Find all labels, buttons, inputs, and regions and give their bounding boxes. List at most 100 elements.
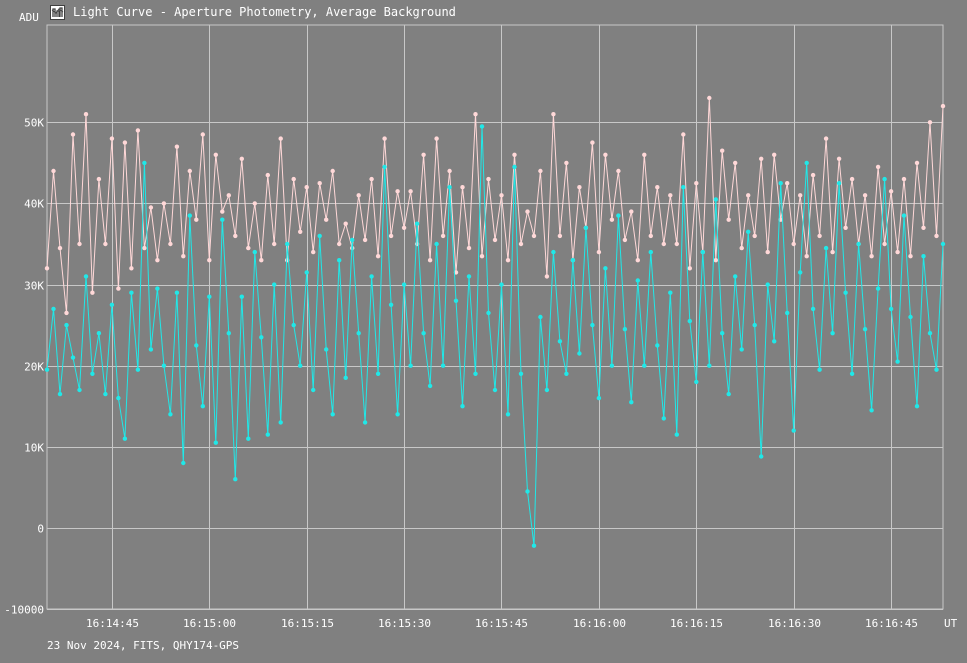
series-2-point: [473, 371, 478, 376]
series-1-point: [726, 217, 731, 222]
series-1-point: [239, 156, 244, 161]
series-2-point: [207, 294, 212, 299]
series-2-point: [57, 391, 63, 397]
series-1-point: [895, 249, 900, 255]
series-1-point: [70, 132, 76, 137]
series-2-point: [382, 164, 387, 170]
series-2-point: [914, 404, 920, 409]
series-2-point: [343, 375, 348, 380]
plot-frame: [46, 24, 944, 610]
light-curve-chart: -10000 0 10K 20K 30K 40K 50K 16:14:45 16:15:00 16…: [4, 24, 958, 630]
series-2-point: [668, 290, 673, 295]
series-1-point: [272, 241, 277, 247]
series-2-point: [875, 286, 881, 291]
series-1-point: [395, 189, 400, 194]
series-1-point: [810, 172, 816, 178]
series-2-point: [414, 221, 420, 226]
x-tick-label: 16:15:45: [475, 617, 528, 630]
series-1-point: [882, 241, 887, 247]
series-1-point: [862, 193, 868, 198]
series-1-point: [44, 266, 50, 271]
x-tick-label: 16:15:00: [183, 617, 236, 630]
series-2-point: [648, 249, 653, 255]
series-1-point: [687, 266, 692, 271]
series-1-point: [759, 156, 764, 161]
series-1-point: [525, 209, 530, 214]
series-1-point: [674, 241, 679, 247]
series-2-point: [440, 363, 446, 368]
series-1-point: [499, 193, 504, 198]
series-2-point: [265, 432, 270, 437]
series-1-point: [609, 217, 615, 222]
series-2-point: [285, 241, 290, 247]
series-1-point: [155, 258, 160, 263]
series-1-point: [278, 136, 283, 141]
series-1-point: [869, 254, 874, 259]
series-1-point: [200, 132, 205, 137]
series-2-point: [888, 306, 894, 312]
series-1-point: [337, 241, 342, 247]
series-2-point: [200, 404, 205, 409]
series-2-point: [746, 229, 751, 234]
series-2-point: [460, 404, 465, 409]
series-2-point: [427, 383, 433, 389]
series-2-point: [278, 420, 283, 425]
series-2-point: [804, 160, 809, 166]
series-1-point: [220, 209, 225, 214]
series-1-point: [317, 181, 322, 186]
series-2-point: [369, 274, 374, 279]
series-2-point: [181, 460, 186, 466]
series-2-point: [687, 318, 692, 324]
series-2-point: [291, 322, 296, 328]
series-2-point: [901, 213, 907, 218]
series-1-point: [823, 136, 829, 141]
series-2-point: [785, 310, 790, 316]
series-2-point: [733, 274, 738, 279]
series-2-point: [700, 249, 705, 255]
series-1-point: [479, 254, 485, 259]
series-1-point: [265, 172, 270, 178]
series-1-point: [791, 241, 796, 247]
series-2-point: [135, 367, 141, 372]
series-1-point: [622, 237, 628, 243]
series-1-point: [849, 176, 855, 182]
series-1-point: [804, 254, 809, 259]
series-1-point: [798, 193, 803, 198]
series-1-point: [603, 152, 608, 157]
series-2-point: [596, 395, 602, 401]
series-2-point: [90, 371, 95, 376]
series-2-point: [375, 371, 381, 376]
series-1-point: [486, 176, 491, 182]
series-2-point: [174, 290, 180, 295]
series-2-point: [304, 270, 309, 275]
y-tick-label: 30K: [24, 280, 44, 293]
series-1-point: [681, 132, 686, 137]
series-2-point: [421, 331, 426, 336]
series-2-point: [350, 237, 355, 243]
series-1-point: [77, 241, 82, 247]
series-1-point: [661, 241, 666, 247]
series-1-point: [181, 254, 186, 259]
series-2-point: [401, 282, 407, 287]
series-2-point: [531, 543, 537, 548]
series-2-point: [96, 331, 102, 336]
series-2-point: [505, 412, 511, 417]
series-1-point: [298, 229, 303, 234]
series-2-point: [518, 371, 524, 376]
series-1-point: [142, 245, 147, 251]
chart-series: [44, 95, 946, 548]
series-1-point: [427, 258, 433, 263]
series-2-point: [447, 185, 452, 190]
series-1-point: [440, 233, 446, 239]
series-1-point: [746, 193, 751, 198]
series-1-point: [466, 245, 472, 251]
series-1-point: [512, 152, 517, 157]
series-1-point: [492, 237, 498, 243]
series-2: [44, 124, 946, 548]
series-2-point: [836, 181, 842, 186]
series-2-point: [765, 282, 770, 287]
series-1-point: [694, 181, 699, 186]
series-2-point: [239, 294, 244, 299]
series-1-point: [246, 245, 251, 251]
series-2-point: [479, 124, 485, 129]
